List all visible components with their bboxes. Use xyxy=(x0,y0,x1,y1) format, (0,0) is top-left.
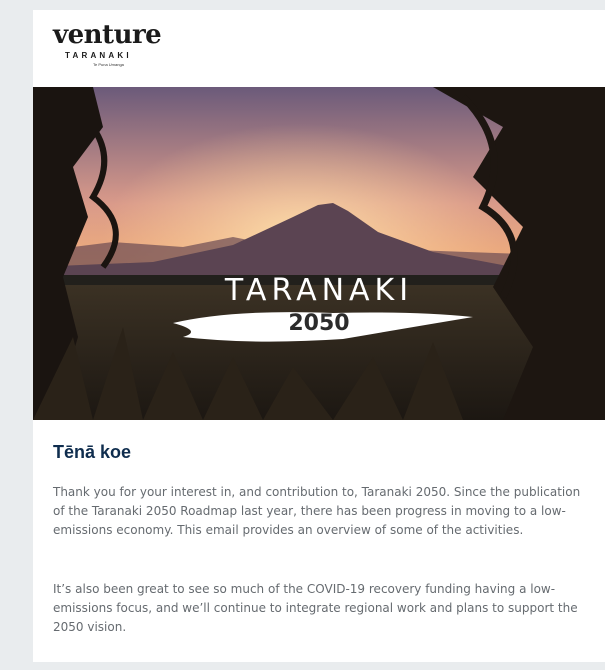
venture-taranaki-logo[interactable]: venture TARANAKI Te Puna Umanga xyxy=(53,22,173,78)
logo-tagline: Te Puna Umanga xyxy=(93,62,124,67)
hero-title: TARANAKI xyxy=(224,273,414,308)
logo-region: TARANAKI xyxy=(65,51,132,60)
greeting-heading: Tēnā koe xyxy=(53,442,132,462)
logo-wordmark: venture xyxy=(53,20,162,50)
hero-year: 2050 xyxy=(288,311,350,336)
mountain-sunset-image xyxy=(33,87,605,420)
hero-banner: TARANAKI 2050 xyxy=(33,87,605,420)
intro-paragraph: Thank you for your interest in, and cont… xyxy=(53,485,581,537)
email-card: venture TARANAKI Te Puna Umanga TARANAKI… xyxy=(33,10,605,662)
covid-funding-paragraph: It’s also been great to see so much of t… xyxy=(53,582,578,634)
